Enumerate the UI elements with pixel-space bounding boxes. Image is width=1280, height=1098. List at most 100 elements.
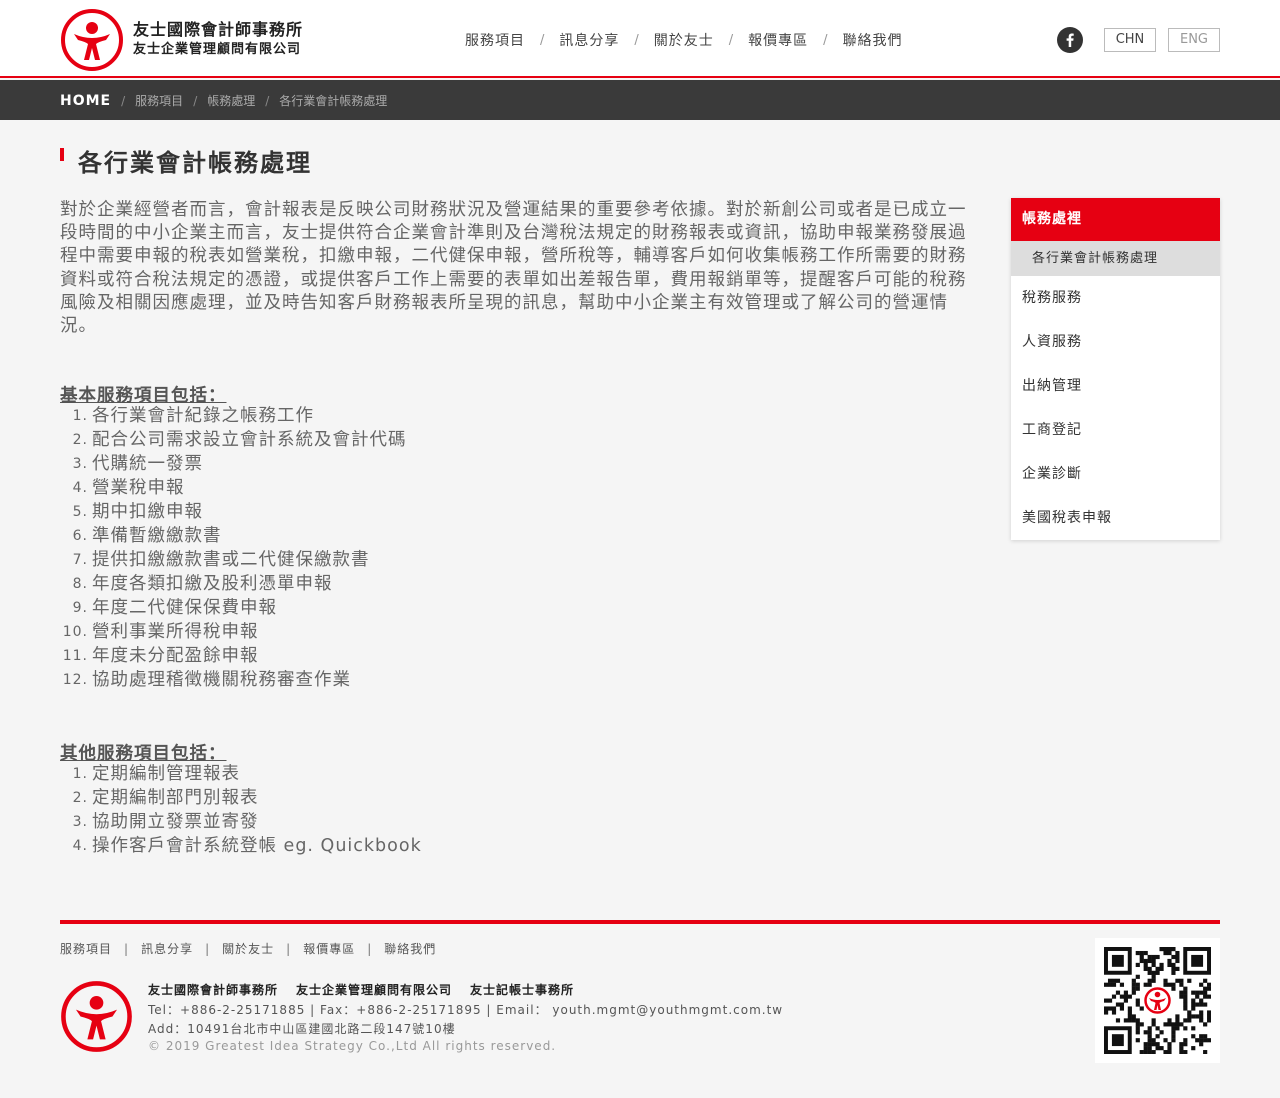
logo-line1: 友士國際會計師事務所 xyxy=(133,20,304,39)
breadcrumb-item-services[interactable]: 服務項目 xyxy=(135,92,183,109)
breadcrumb-home[interactable]: HOME xyxy=(60,93,111,109)
sidebar-item-tax[interactable]: 稅務服務 xyxy=(1011,276,1220,320)
footer-address: Add：10491台北市中山區建國北路二段147號10樓 xyxy=(148,1022,456,1036)
list-item-text: 協助開立發票並寄發 xyxy=(92,812,259,832)
sidebar-item-diagnosis[interactable]: 企業診斷 xyxy=(1011,452,1220,496)
list-item: 2. 配合公司需求設立會計系統及會計代碼 xyxy=(60,428,407,452)
list-item: 11. 年度未分配盈餘申報 xyxy=(60,644,407,668)
list-item: 4. 操作客戶會計系統登帳 eg. Quickbook xyxy=(60,834,422,858)
breadcrumb-item-current: 各行業會計帳務處理 xyxy=(279,94,388,108)
sidebar-item-hr[interactable]: 人資服務 xyxy=(1011,320,1220,364)
footer-company-name: 友士國際會計師事務所 xyxy=(148,983,279,997)
main-nav: 服務項目 / 訊息分享 / 關於友士 / 報價專區 / 聯絡我們 xyxy=(450,30,918,50)
footer-divider xyxy=(60,920,1220,924)
company-logo-icon[interactable] xyxy=(60,8,124,72)
sidebar-subitem-industry-accounting[interactable]: 各行業會計帳務處理 xyxy=(1011,241,1220,276)
sidebar-menu: 帳務處裡 各行業會計帳務處理 稅務服務 人資服務 出納管理 工商登記 企業診斷 … xyxy=(1011,198,1220,540)
footer-company-name: 友士記帳士事務所 xyxy=(470,983,575,997)
footer-company-names: 友士國際會計師事務所 友士企業管理顧問有限公司 友士記帳士事務所 xyxy=(148,981,592,998)
footer-nav-contact[interactable]: 聯絡我們 xyxy=(384,940,436,957)
footer-nav-separator: | xyxy=(124,941,130,956)
list-item-number: 2. xyxy=(72,790,88,806)
footer-contact: Tel：+886-2-25171885 | Fax：+886-2-2517189… xyxy=(148,1003,784,1017)
list-item: 3. 協助開立發票並寄發 xyxy=(60,810,422,834)
logo-text[interactable]: 友士國際會計師事務所 友士企業管理顧問有限公司 xyxy=(133,20,303,60)
sidebar-item-accounting[interactable]: 帳務處裡 xyxy=(1011,198,1220,241)
list-item: 10. 營利事業所得稅申報 xyxy=(60,620,407,644)
footer-logo-icon xyxy=(61,981,132,1052)
list-item-number: 3. xyxy=(72,814,88,830)
footer-nav: 服務項目 | 訊息分享 | 關於友士 | 報價專區 | 聯絡我們 xyxy=(60,940,436,957)
sidebar-item-registration[interactable]: 工商登記 xyxy=(1011,408,1220,452)
breadcrumb-separator: / xyxy=(193,93,198,108)
page-title: 各行業會計帳務處理 xyxy=(78,149,312,177)
nav-item-contact[interactable]: 聯絡我們 xyxy=(828,30,918,50)
list-item-number: 11. xyxy=(62,648,88,664)
list-item-number: 9. xyxy=(72,600,88,616)
list-item-number: 1. xyxy=(72,766,88,782)
other-services-list: 1. 定期編制管理報表 2. 定期編制部門別報表 3. 協助開立發票並寄發 4. 操作客… xyxy=(60,762,422,858)
list-item: 1. 各行業會計紀錄之帳務工作 xyxy=(60,404,407,428)
list-item-number: 12. xyxy=(62,672,88,688)
nav-item-news[interactable]: 訊息分享 xyxy=(544,30,634,50)
footer-nav-separator: | xyxy=(205,941,211,956)
list-item: 4. 營業稅申報 xyxy=(60,476,407,500)
sidebar-item-cashier[interactable]: 出納管理 xyxy=(1011,364,1220,408)
sidebar-item-us-tax[interactable]: 美國稅表申報 xyxy=(1011,496,1220,540)
list-item-number: 5. xyxy=(72,504,88,520)
list-item-text: 期中扣繳申報 xyxy=(92,502,203,522)
footer-company-name: 友士企業管理顧問有限公司 xyxy=(296,983,453,997)
list-item-text: 定期編制管理報表 xyxy=(92,764,240,784)
list-item-number: 8. xyxy=(72,576,88,592)
lang-eng-button[interactable]: ENG xyxy=(1168,28,1220,52)
qr-code-icon xyxy=(1095,938,1220,1063)
breadcrumb-item-accounting[interactable]: 帳務處理 xyxy=(207,92,255,109)
list-item-text: 提供扣繳繳款書或二代健保繳款書 xyxy=(92,550,370,570)
list-item: 6. 準備暫繳繳款書 xyxy=(60,524,407,548)
list-item: 5. 期中扣繳申報 xyxy=(60,500,407,524)
list-item-text: 準備暫繳繳款書 xyxy=(92,526,222,546)
list-item-number: 3. xyxy=(72,456,88,472)
footer-nav-about[interactable]: 關於友士 xyxy=(222,940,274,957)
list-item-number: 6. xyxy=(72,528,88,544)
intro-paragraph: 對於企業經營者而言，會計報表是反映公司財務狀況及營運結果的重要參考依據。對於新創… xyxy=(60,200,967,337)
list-item-text: 年度各類扣繳及股利憑單申報 xyxy=(92,574,333,594)
nav-item-about[interactable]: 關於友士 xyxy=(639,30,729,50)
list-item-number: 1. xyxy=(72,408,88,424)
list-item-text: 操作客戶會計系統登帳 eg. Quickbook xyxy=(92,836,422,856)
nav-item-quote[interactable]: 報價專區 xyxy=(733,30,823,50)
list-item-text: 營業稅申報 xyxy=(92,478,185,498)
list-item-number: 4. xyxy=(72,480,88,496)
list-item-number: 7. xyxy=(72,552,88,568)
footer-nav-services[interactable]: 服務項目 xyxy=(60,940,112,957)
lang-chn-button[interactable]: CHN xyxy=(1104,28,1156,52)
footer-copyright: © 2019 Greatest Idea Strategy Co.,Ltd Al… xyxy=(148,1039,557,1053)
list-item-text: 年度未分配盈餘申報 xyxy=(92,646,259,666)
list-item-number: 2. xyxy=(72,432,88,448)
list-item: 12. 協助處理稽徵機關稅務審查作業 xyxy=(60,668,407,692)
list-item: 8. 年度各類扣繳及股利憑單申報 xyxy=(60,572,407,596)
site-header: 友士國際會計師事務所 友士企業管理顧問有限公司 服務項目 / 訊息分享 / 關於… xyxy=(0,0,1280,78)
nav-item-services[interactable]: 服務項目 xyxy=(450,30,540,50)
list-item-text: 配合公司需求設立會計系統及會計代碼 xyxy=(92,430,407,450)
list-item-number: 10. xyxy=(62,624,88,640)
breadcrumb-separator: / xyxy=(121,93,126,108)
list-item-number: 4. xyxy=(72,838,88,854)
breadcrumb: HOME / 服務項目 / 帳務處理 / 各行業會計帳務處理 xyxy=(60,92,387,109)
list-item-text: 年度二代健保保費申報 xyxy=(92,598,277,618)
breadcrumb-separator: / xyxy=(265,93,270,108)
list-item: 2. 定期編制部門別報表 xyxy=(60,786,422,810)
list-item-text: 各行業會計紀錄之帳務工作 xyxy=(92,406,314,426)
list-item-text: 定期編制部門別報表 xyxy=(92,788,259,808)
footer-nav-separator: | xyxy=(367,941,373,956)
list-item: 1. 定期編制管理報表 xyxy=(60,762,422,786)
list-item-text: 代購統一發票 xyxy=(92,454,203,474)
list-item: 9. 年度二代健保保費申報 xyxy=(60,596,407,620)
logo-line2: 友士企業管理顧問有限公司 xyxy=(133,42,302,57)
breadcrumb-bar: HOME / 服務項目 / 帳務處理 / 各行業會計帳務處理 xyxy=(0,80,1280,120)
footer-nav-news[interactable]: 訊息分享 xyxy=(141,940,193,957)
list-item-text: 營利事業所得稅申報 xyxy=(92,622,259,642)
list-item-text: 協助處理稽徵機關稅務審查作業 xyxy=(92,670,351,690)
facebook-icon[interactable] xyxy=(1057,27,1083,53)
footer-nav-quote[interactable]: 報價專區 xyxy=(303,940,355,957)
